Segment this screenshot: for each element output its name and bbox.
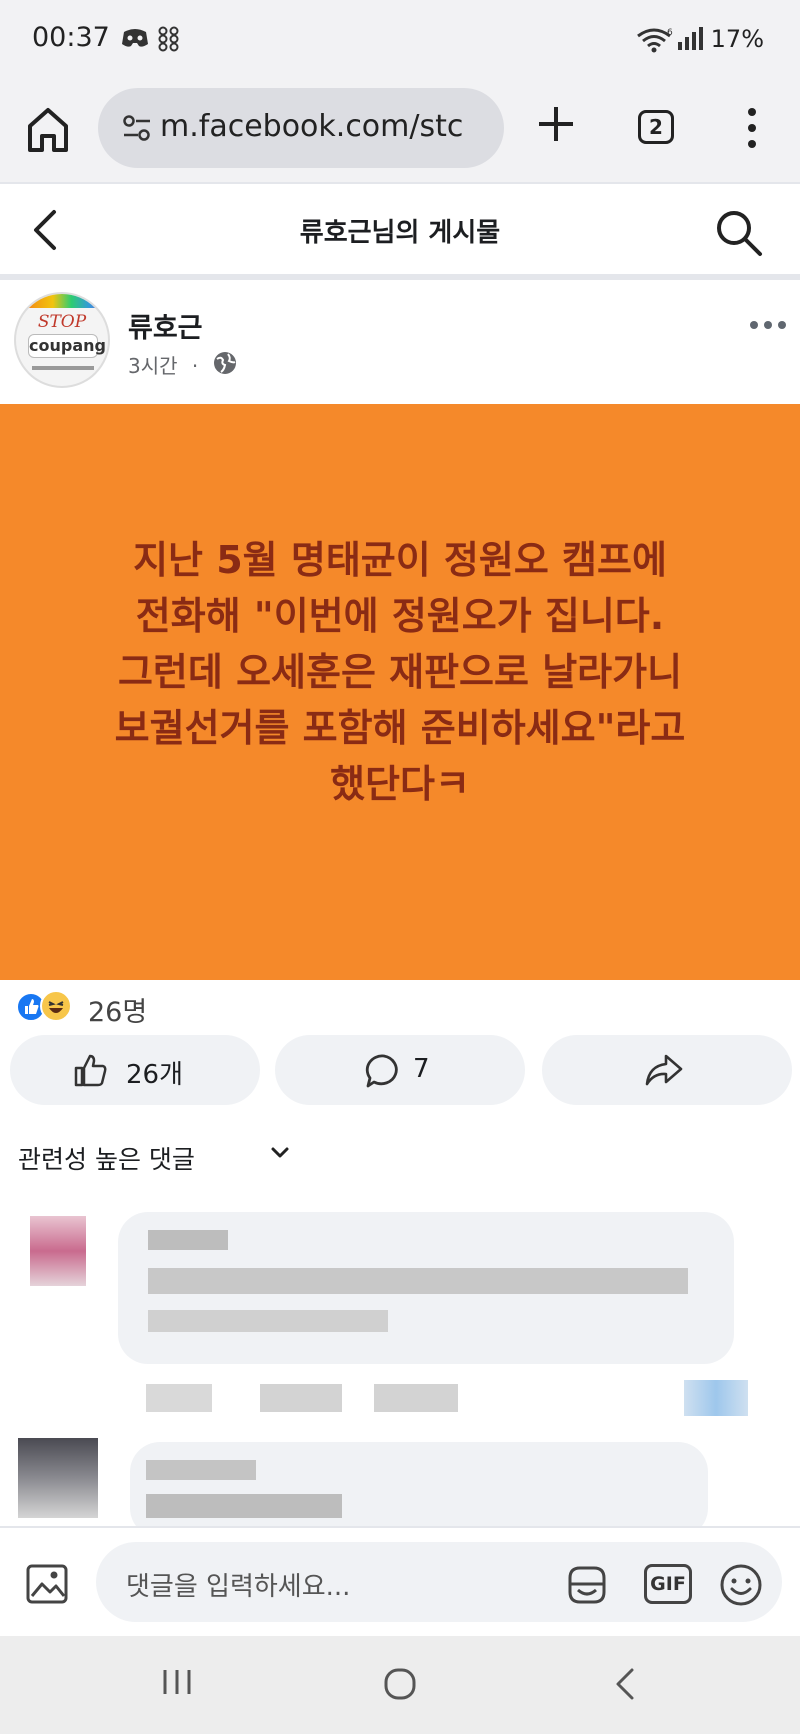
comment-avatar-blurred[interactable]: [30, 1216, 86, 1286]
page-title: 류호근님의 게시물: [299, 218, 501, 248]
meta-separator: ·: [191, 354, 199, 378]
comment-count-label: 7: [413, 1054, 430, 1084]
avatar-small-text: [32, 366, 94, 370]
like-count-label: 26개: [126, 1060, 184, 1090]
status-bar: 00:37 6 17%: [0, 0, 800, 82]
comment-sort-label[interactable]: 관련성 높은 댓글: [18, 1140, 195, 1176]
post-meta: 3시간 ·: [128, 350, 198, 379]
comment-composer: 댓글을 입력하세요... GIF: [0, 1526, 800, 1636]
signal-icon: [678, 27, 703, 50]
comment-text-blurred: [148, 1268, 688, 1294]
page-header: 류호근님의 게시물: [0, 182, 800, 274]
sticker-icon[interactable]: [564, 1562, 610, 1608]
comment-bubble-blurred[interactable]: [118, 1212, 734, 1364]
recent-apps-icon[interactable]: [160, 1666, 194, 1698]
avatar-brand-text: coupang: [28, 334, 106, 358]
more-vert-icon[interactable]: [742, 106, 762, 150]
address-bar[interactable]: m.facebook.com/stc: [98, 88, 504, 168]
comment-time-blurred: [146, 1384, 212, 1412]
post-text-line: 그런데 오세훈은 재판으로 날라가니: [117, 650, 683, 694]
comment-bubble-icon: [365, 1054, 398, 1088]
more-horiz-icon[interactable]: [748, 318, 788, 332]
comment-text-blurred: [148, 1310, 388, 1332]
haha-reaction-icon[interactable]: [40, 990, 72, 1022]
wifi-icon: 6: [637, 28, 673, 53]
comment-author-blurred: [148, 1230, 228, 1250]
plus-icon[interactable]: [536, 104, 576, 144]
reaction-count[interactable]: 26명: [88, 990, 147, 1029]
share-button[interactable]: [542, 1035, 792, 1105]
post-text-line: 전화해 "이번에 정원오가 집니다.: [135, 594, 665, 638]
comment-author-blurred: [146, 1460, 256, 1480]
system-nav-bar: [0, 1636, 800, 1734]
post-content[interactable]: 지난 5월 명태균이 정원오 캠프에 전화해 "이번에 정원오가 집니다. 그런…: [0, 404, 800, 980]
post-text-line: 보궐선거를 포함해 준비하세요"라고: [114, 706, 686, 750]
comment-reply-blurred[interactable]: [374, 1384, 458, 1412]
avatar-rainbow: [16, 294, 108, 308]
battery-level: 17%: [710, 25, 764, 53]
globe-icon: [214, 352, 236, 374]
thumbs-up-icon: [74, 1054, 107, 1087]
comment-text-blurred: [146, 1494, 342, 1518]
share-arrow-icon: [645, 1054, 683, 1086]
app-grid-icon: [158, 26, 179, 52]
avatar-stop-text: STOP: [37, 312, 87, 332]
comment-bubble-blurred[interactable]: [130, 1442, 708, 1538]
comment-avatar-blurred[interactable]: [18, 1438, 98, 1518]
author-name[interactable]: 류호근: [128, 306, 203, 345]
avatar[interactable]: STOP coupang: [14, 292, 110, 388]
post-text-line: 했단다ㅋ: [330, 762, 470, 806]
chevron-down-icon[interactable]: [270, 1146, 290, 1160]
post-text: 지난 5월 명태균이 정원오 캠프에 전화해 "이번에 정원오가 집니다. 그런…: [40, 532, 760, 812]
tune-icon[interactable]: [122, 114, 152, 142]
post-text-line: 지난 5월 명태균이 정원오 캠프에: [133, 538, 667, 582]
back-nav-icon[interactable]: [612, 1666, 636, 1702]
url-text[interactable]: m.facebook.com/stc: [160, 109, 463, 144]
photo-icon[interactable]: [24, 1560, 74, 1608]
post-time: 3시간: [128, 354, 178, 378]
comment-button[interactable]: 7: [275, 1035, 525, 1105]
browser-toolbar: m.facebook.com/stc 2: [0, 82, 800, 182]
comment-reaction-blurred: [684, 1380, 748, 1416]
comment-input[interactable]: 댓글을 입력하세요... GIF: [96, 1542, 782, 1622]
tab-count-button[interactable]: 2: [638, 110, 674, 144]
emoji-icon[interactable]: [718, 1562, 764, 1608]
search-icon[interactable]: [714, 208, 764, 258]
like-button[interactable]: 26개: [10, 1035, 260, 1105]
gif-button[interactable]: GIF: [644, 1564, 692, 1604]
svg-text:6: 6: [667, 28, 673, 38]
home-nav-icon[interactable]: [382, 1666, 418, 1702]
status-time: 00:37: [32, 22, 110, 53]
home-icon[interactable]: [26, 106, 70, 154]
header-divider: [0, 274, 800, 280]
discord-icon: [122, 29, 148, 47]
comment-placeholder: 댓글을 입력하세요...: [126, 1572, 351, 1602]
comment-like-blurred[interactable]: [260, 1384, 342, 1412]
